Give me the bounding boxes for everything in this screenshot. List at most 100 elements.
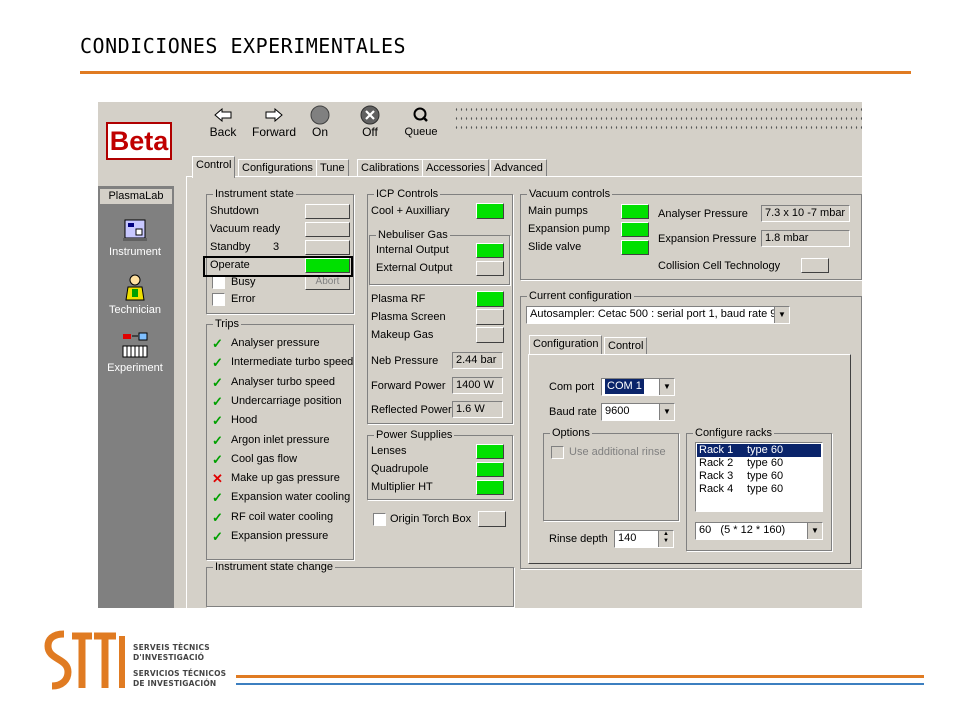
off-label: Off xyxy=(362,125,378,139)
busy-label: Busy xyxy=(231,276,256,288)
forward-button[interactable]: Forward xyxy=(250,104,298,142)
configuration-select-value: Autosampler: Cetac 500 : serial port 1, … xyxy=(530,308,783,320)
lenses-button[interactable] xyxy=(476,444,504,459)
rack-format-select[interactable]: 60 (5 * 12 * 160) ▼ xyxy=(695,522,823,540)
trip-label: Expansion water cooling xyxy=(231,491,351,504)
cool-aux-label: Cool + Auxilliary xyxy=(371,205,450,217)
chevron-down-icon[interactable]: ▼ xyxy=(774,307,789,323)
com-port-select[interactable]: COM 1 ▼ xyxy=(601,378,675,396)
annotation-number: 3 xyxy=(273,241,280,253)
baud-rate-value: 9600 xyxy=(605,405,630,417)
configuration-tab-page: Com port COM 1 ▼ Baud rate 9600 ▼ Option… xyxy=(528,354,851,564)
vacuum-ready-button[interactable] xyxy=(305,222,350,237)
tab-accessories[interactable]: Accessories xyxy=(422,159,490,177)
chevron-down-icon[interactable]: ▼ xyxy=(659,379,674,395)
origin-torch-box-button[interactable] xyxy=(478,511,506,527)
expansion-pressure-label: Expansion Pressure xyxy=(658,233,757,245)
main-pumps-button[interactable] xyxy=(621,204,649,219)
rack-list-item[interactable]: Rack 3 type 60 xyxy=(697,470,821,483)
back-label: Back xyxy=(209,125,237,139)
makeup-gas-label: Makeup Gas xyxy=(371,329,434,341)
chevron-down-icon[interactable]: ▼ xyxy=(659,404,674,420)
external-output-button[interactable] xyxy=(476,261,504,276)
icp-controls-title: ICP Controls xyxy=(374,188,441,200)
trip-label: Analyser pressure xyxy=(231,337,320,349)
baud-rate-select[interactable]: 9600 ▼ xyxy=(601,403,675,421)
standby-button[interactable] xyxy=(305,240,350,255)
com-port-label: Com port xyxy=(549,381,595,393)
rack-name: Rack 4 xyxy=(699,483,734,495)
subtab-control[interactable]: Control xyxy=(604,337,648,354)
nav-item-technician[interactable]: Technician xyxy=(100,270,170,316)
shutdown-button[interactable] xyxy=(305,204,350,219)
back-button[interactable]: Back xyxy=(199,104,247,142)
on-button[interactable]: On xyxy=(296,104,344,142)
check-icon: ✓ xyxy=(212,509,223,525)
instrument-state-title: Instrument state xyxy=(213,188,296,200)
trip-label: Hood xyxy=(231,414,258,427)
cool-aux-button[interactable] xyxy=(476,203,504,219)
rack-list-item[interactable]: Rack 1 type 60 xyxy=(697,444,821,457)
org-name-ca-2: D'INVESTIGACIÓ xyxy=(133,653,205,662)
origin-torch-box-checkbox[interactable] xyxy=(373,513,386,526)
rack-list-item[interactable]: Rack 4 type 60 xyxy=(697,483,821,496)
rack-list-item[interactable]: Rack 2 type 60 xyxy=(697,457,821,470)
rack-name: Rack 2 xyxy=(699,457,734,469)
nav-item-instrument-label: Instrument xyxy=(109,246,161,258)
nav-item-instrument[interactable]: Instrument xyxy=(100,212,170,258)
rack-type: type 60 xyxy=(747,483,784,495)
subtab-configuration[interactable]: Configuration xyxy=(529,335,603,354)
rinse-depth-stepper[interactable]: 140 ▲ ▼ xyxy=(614,530,674,548)
nav-header: PlasmaLab xyxy=(99,188,173,205)
tab-control[interactable]: Control xyxy=(192,156,236,178)
check-icon: ✓ xyxy=(212,413,223,429)
forward-label: Forward xyxy=(251,125,296,139)
close-circle-icon xyxy=(346,104,394,126)
experiment-icon xyxy=(100,328,170,362)
rack-name: Rack 1 xyxy=(699,444,734,456)
queue-button[interactable]: Queue xyxy=(397,104,445,142)
racks-list[interactable]: Rack 1 type 60 Rack 2 type 60 Rack 3 type 60 R… xyxy=(695,442,823,512)
circle-icon xyxy=(296,104,344,126)
org-name-es-2: DE INVESTIGACIÓN xyxy=(133,679,217,688)
trips-title: Trips xyxy=(213,318,242,330)
tab-tune[interactable]: Tune xyxy=(316,159,349,177)
stti-logo xyxy=(44,630,128,694)
additional-rinse-checkbox[interactable] xyxy=(551,446,564,459)
abort-button[interactable]: Abort xyxy=(305,275,350,290)
internal-output-button[interactable] xyxy=(476,243,504,258)
slide-valve-button[interactable] xyxy=(621,240,649,255)
multiplier-ht-button[interactable] xyxy=(476,480,504,495)
makeup-gas-button[interactable] xyxy=(476,327,504,343)
status-strip xyxy=(454,105,862,135)
tab-configurations[interactable]: Configurations xyxy=(238,159,317,177)
off-button[interactable]: Off xyxy=(346,104,394,142)
collision-cell-button[interactable] xyxy=(801,258,829,273)
busy-checkbox[interactable] xyxy=(212,276,225,289)
error-checkbox[interactable] xyxy=(212,293,225,306)
check-icon: ✓ xyxy=(212,432,223,448)
main-pumps-label: Main pumps xyxy=(528,205,588,217)
quadrupole-button[interactable] xyxy=(476,462,504,477)
beta-logo: Beta xyxy=(106,122,172,160)
arrow-right-icon xyxy=(250,104,298,126)
nav-item-experiment[interactable]: Experiment xyxy=(100,328,170,374)
configuration-select[interactable]: Autosampler: Cetac 500 : serial port 1, … xyxy=(526,306,790,324)
expansion-pump-button[interactable] xyxy=(621,222,649,237)
tab-advanced[interactable]: Advanced xyxy=(490,159,547,177)
quadrupole-label: Quadrupole xyxy=(371,463,429,475)
magnifier-icon xyxy=(397,104,445,126)
power-supplies-group: Power Supplies Lenses Quadrupole Multipl… xyxy=(367,429,513,500)
analyser-pressure-value: 7.3 x 10 -7 mbar xyxy=(761,205,850,222)
expansion-pump-label: Expansion pump xyxy=(528,223,610,235)
plasma-rf-button[interactable] xyxy=(476,291,504,307)
spinner-arrows-icon[interactable]: ▲ ▼ xyxy=(658,531,673,547)
instrument-state-change-group: Instrument state change xyxy=(206,561,514,607)
operate-highlight-box xyxy=(203,256,353,277)
tab-calibrations[interactable]: Calibrations xyxy=(357,159,424,177)
plasma-screen-button[interactable] xyxy=(476,309,504,325)
instrument-icon xyxy=(100,212,170,246)
plasma-rf-label: Plasma RF xyxy=(371,293,426,305)
chevron-down-icon[interactable]: ▼ xyxy=(807,523,822,539)
abort-label: Abort xyxy=(315,276,340,287)
